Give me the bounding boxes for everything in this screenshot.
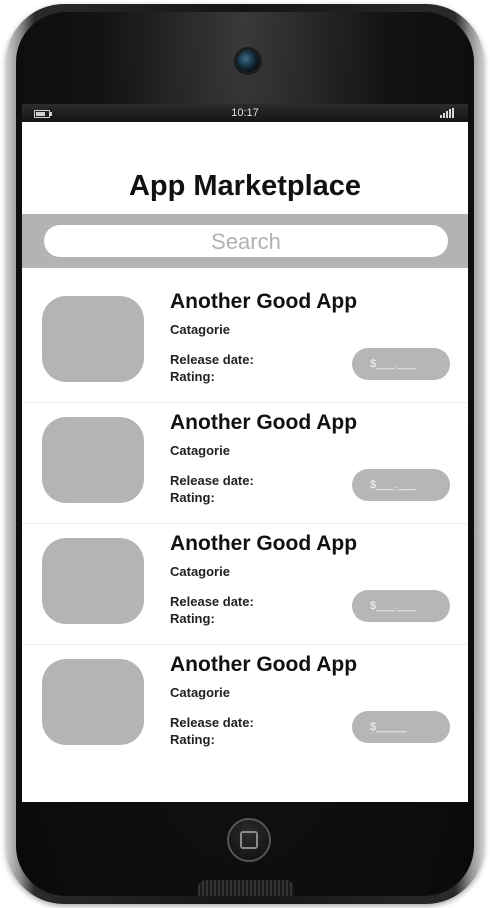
- signal-icon: [440, 108, 456, 118]
- status-time: 10:17: [231, 107, 259, 119]
- search-bar: Search: [22, 214, 468, 268]
- app-release-date: Release date:: [170, 715, 254, 730]
- app-list-item[interactable]: Another Good App Catagorie Release date:…: [22, 645, 468, 765]
- app-rating: Rating:: [170, 490, 215, 505]
- screen: 10:17 App Marketplace Search Another Goo…: [22, 104, 468, 802]
- app-release-date: Release date:: [170, 594, 254, 609]
- app-category: Catagorie: [170, 564, 230, 579]
- status-bar: 10:17: [22, 104, 468, 122]
- app-icon-placeholder[interactable]: [42, 417, 144, 503]
- page-title: App Marketplace: [128, 170, 362, 202]
- price-button[interactable]: $_____: [352, 711, 450, 743]
- app-category: Catagorie: [170, 685, 230, 700]
- price-button[interactable]: $___.___: [352, 590, 450, 622]
- app-list: Another Good App Catagorie Release date:…: [22, 282, 468, 765]
- app-icon-placeholder[interactable]: [42, 538, 144, 624]
- app-list-item[interactable]: Another Good App Catagorie Release date:…: [22, 403, 468, 524]
- app-release-date: Release date:: [170, 473, 254, 488]
- app-rating: Rating:: [170, 732, 215, 747]
- app-rating: Rating:: [170, 369, 215, 384]
- app-name: Another Good App: [170, 532, 358, 555]
- home-button[interactable]: [227, 818, 271, 862]
- app-icon-placeholder[interactable]: [42, 659, 144, 745]
- app-name: Another Good App: [170, 411, 358, 434]
- app-list-item[interactable]: Another Good App Catagorie Release date:…: [22, 524, 468, 645]
- app-name: Another Good App: [170, 653, 358, 676]
- camera-icon: [237, 50, 259, 72]
- app-rating: Rating:: [170, 611, 215, 626]
- app-release-date: Release date:: [170, 352, 254, 367]
- home-button-icon: [240, 831, 258, 849]
- price-button[interactable]: $___.___: [352, 348, 450, 380]
- app-name: Another Good App: [170, 290, 358, 313]
- app-category: Catagorie: [170, 443, 230, 458]
- search-input[interactable]: Search: [44, 225, 448, 257]
- app-icon-placeholder[interactable]: [42, 296, 144, 382]
- speaker-grille: [198, 880, 294, 896]
- app-list-item[interactable]: Another Good App Catagorie Release date:…: [22, 282, 468, 403]
- price-button[interactable]: $___.___: [352, 469, 450, 501]
- app-category: Catagorie: [170, 322, 230, 337]
